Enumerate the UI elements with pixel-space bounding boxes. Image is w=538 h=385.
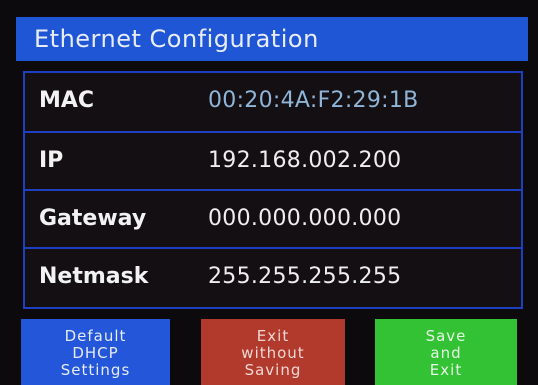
ip-row[interactable]: IP 192.168.002.200 [25,131,521,189]
button-label-line: DHCP [72,343,119,362]
mac-label: MAC [39,88,95,113]
ip-value[interactable]: 192.168.002.200 [208,133,401,189]
button-label-line: Save [425,326,467,345]
gateway-label: Gateway [39,206,147,231]
netmask-value[interactable]: 255.255.255.255 [208,249,401,305]
button-label-line: Saving [244,360,302,379]
netmask-label: Netmask [39,264,149,289]
button-label-line: without [241,343,305,362]
button-label-line: and [430,343,462,362]
exit-without-saving-button[interactable]: Exit without Saving [201,319,345,385]
button-label-line: Default [64,326,127,345]
button-label-line: Settings [60,360,131,379]
default-dhcp-settings-button[interactable]: Default DHCP Settings [21,319,170,385]
save-and-exit-button[interactable]: Save and Exit [375,319,517,385]
netmask-row[interactable]: Netmask 255.255.255.255 [25,247,521,307]
button-label-line: Exit [256,326,290,345]
gateway-value[interactable]: 000.000.000.000 [208,191,401,247]
page-title: Ethernet Configuration [16,17,528,61]
ip-label: IP [39,148,64,173]
mac-row[interactable]: MAC 00:20:4A:F2:29:1B [25,73,521,131]
button-label-line: Exit [429,360,463,379]
mac-value: 00:20:4A:F2:29:1B [208,88,419,113]
config-table: MAC 00:20:4A:F2:29:1B IP 192.168.002.200… [23,71,523,309]
ethernet-config-screen: Ethernet Configuration MAC 00:20:4A:F2:2… [0,0,538,385]
gateway-row[interactable]: Gateway 000.000.000.000 [25,189,521,247]
